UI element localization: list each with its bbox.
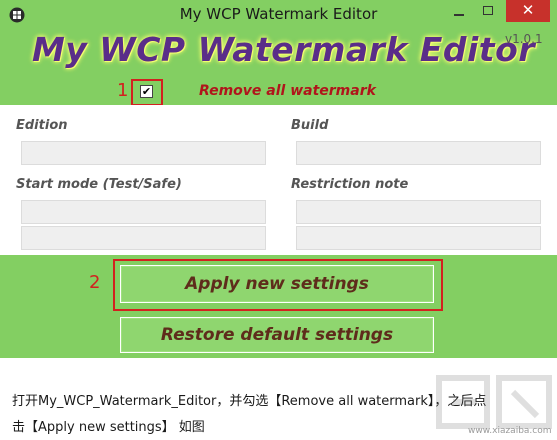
action-area: 2 Apply new settings Restore default set… [0,255,557,358]
build-field[interactable] [296,141,541,165]
start-mode-field-2[interactable] [21,226,266,250]
remove-all-watermark-checkbox[interactable]: ✔ [140,85,153,98]
remove-all-watermark-label[interactable]: Remove all watermark [199,83,376,99]
page: My WCP Watermark Editor ✕ My WCP Waterma… [0,0,557,440]
app-window: My WCP Watermark Editor ✕ My WCP Waterma… [0,0,557,358]
step-number-1: 1 [117,80,129,101]
title-bar[interactable]: My WCP Watermark Editor ✕ [0,0,557,30]
edition-field[interactable] [21,141,266,165]
restriction-note-label: Restriction note [291,177,409,192]
close-icon: ✕ [521,1,535,19]
build-label: Build [291,118,329,133]
start-mode-field-1[interactable] [21,200,266,224]
start-mode-label: Start mode (Test/Safe) [16,177,182,192]
site-watermark-url: www.xiazaiba.com [468,426,552,436]
settings-fields: Edition Build Start mode (Test/Safe) Res… [0,105,557,255]
window-title: My WCP Watermark Editor [179,5,378,23]
restriction-note-field-1[interactable] [296,200,541,224]
minimize-button[interactable] [446,0,472,22]
restore-default-settings-button[interactable]: Restore default settings [120,317,434,353]
version-label: v1.0.1 [505,32,543,46]
app-header: My WCP Watermark Editor v1.0.1 1 ✔ Remov… [0,30,557,106]
apply-new-settings-button[interactable]: Apply new settings [120,265,434,303]
maximize-button[interactable] [475,0,501,22]
close-button[interactable]: ✕ [506,0,550,22]
edition-label: Edition [16,118,68,133]
step-number-2: 2 [89,272,101,293]
restriction-note-field-2[interactable] [296,226,541,250]
app-title: My WCP Watermark Editor [31,30,536,69]
